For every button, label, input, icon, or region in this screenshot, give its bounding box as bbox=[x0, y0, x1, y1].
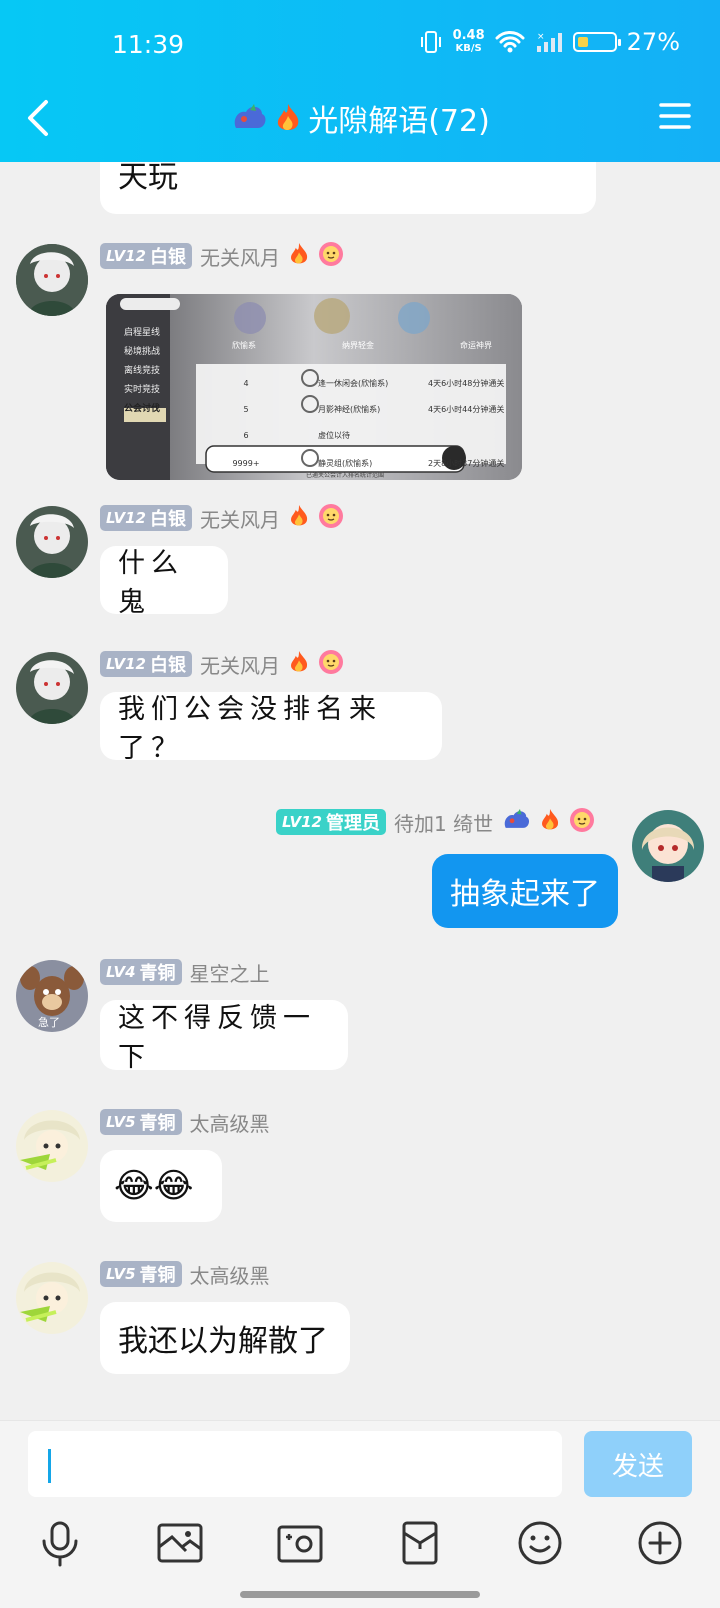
microphone-icon[interactable] bbox=[34, 1517, 86, 1569]
fire-icon bbox=[539, 807, 561, 837]
avatar[interactable] bbox=[16, 1110, 88, 1182]
flower-badge-icon bbox=[569, 807, 595, 837]
message-input[interactable] bbox=[28, 1431, 562, 1497]
sender-meta: LV5 青铜 太高级黑 bbox=[100, 1108, 270, 1136]
message-bubble[interactable]: 这不得反馈一下 bbox=[100, 1000, 348, 1073]
svg-text:×: × bbox=[537, 32, 545, 42]
my-avatar[interactable] bbox=[632, 810, 704, 882]
battery-percent: 27% bbox=[626, 28, 680, 56]
sender-meta: LV12 白银 无关风月 bbox=[100, 242, 344, 270]
image-tiers: 欣愉系 纳界轻金 命运神界 bbox=[232, 341, 492, 350]
level-badge: LV4 青铜 bbox=[100, 959, 182, 985]
avatar[interactable] bbox=[16, 244, 88, 316]
group-emblem-icon bbox=[234, 104, 266, 128]
message-text: 这不得反馈一下 bbox=[118, 1003, 316, 1073]
level-badge: LV12 白银 bbox=[100, 243, 192, 269]
message-text: 天玩 bbox=[118, 162, 178, 195]
level-badge: LV5 青铜 bbox=[100, 1109, 182, 1135]
sender-name[interactable]: 无关风月 bbox=[200, 650, 280, 679]
avatar-image bbox=[632, 810, 704, 882]
sender-meta: LV12 白银 无关风月 bbox=[100, 650, 344, 678]
emoji-icon[interactable] bbox=[514, 1517, 566, 1569]
image-menu: 启程星线 秘境挑战 离线竞技 实时竞技 公会讨伐 bbox=[124, 328, 161, 414]
plus-icon[interactable] bbox=[634, 1517, 686, 1569]
level-badge: LV12 白银 bbox=[100, 651, 192, 677]
header-bar: 11:39 0.48 KB/S × 27% 光隙解语(72) bbox=[0, 0, 720, 162]
avatar[interactable] bbox=[16, 1262, 88, 1334]
emoji-text: 😂😂 bbox=[114, 1166, 194, 1206]
avatar-image: 急了 bbox=[16, 960, 88, 1032]
vibrate-icon bbox=[420, 31, 441, 53]
message-text: 我还以为解散了 bbox=[118, 1324, 328, 1359]
avatar[interactable] bbox=[16, 652, 88, 724]
sender-meta: LV12 管理员 待加1 绮世 bbox=[276, 808, 595, 836]
fire-icon bbox=[288, 503, 310, 533]
image-icon[interactable] bbox=[154, 1517, 206, 1569]
battery-icon bbox=[572, 32, 621, 52]
home-indicator[interactable] bbox=[240, 1591, 480, 1598]
sender-meta: LV4 青铜 星空之上 bbox=[100, 958, 270, 986]
sender-name[interactable]: 星空之上 bbox=[190, 958, 270, 987]
avatar-image bbox=[16, 506, 88, 578]
message-bubble[interactable]: 天玩 bbox=[100, 162, 596, 214]
net-speed: 0.48 KB/S bbox=[452, 28, 485, 54]
red-packet-icon[interactable] bbox=[394, 1517, 446, 1569]
sender-name[interactable]: 太高级黑 bbox=[190, 1260, 270, 1289]
message-text: 什么鬼 bbox=[118, 548, 184, 618]
message-bubble[interactable]: 😂😂 bbox=[100, 1150, 222, 1222]
message-bubble[interactable]: 我们公会没排名来了？ bbox=[100, 692, 442, 764]
avatar[interactable] bbox=[16, 506, 88, 578]
message-bubble[interactable]: 我还以为解散了 bbox=[100, 1302, 350, 1374]
message-text: 抽象起来了 bbox=[450, 877, 600, 912]
avatar[interactable]: 急了 bbox=[16, 960, 88, 1032]
level-badge: LV5 青铜 bbox=[100, 1261, 182, 1287]
message-list[interactable]: 天玩 LV12 白银 无关风月 启程星线 秘境挑战 离线竞技 实时竞技 公会讨伐… bbox=[0, 162, 720, 1420]
fire-icon bbox=[278, 104, 299, 130]
group-emblem-icon bbox=[501, 807, 531, 837]
camera-icon[interactable] bbox=[274, 1517, 326, 1569]
page-title: 光隙解语(72) bbox=[308, 104, 490, 139]
sender-meta: LV5 青铜 太高级黑 bbox=[100, 1260, 270, 1288]
flower-badge-icon bbox=[318, 649, 344, 679]
flower-badge-icon bbox=[318, 241, 344, 271]
level-badge: LV12 白银 bbox=[100, 505, 192, 531]
my-message-bubble[interactable]: 抽象起来了 bbox=[432, 854, 618, 928]
flower-badge-icon bbox=[318, 503, 344, 533]
image-footer: 已通关公会计入排名统计范围 bbox=[306, 472, 385, 479]
text-caret bbox=[48, 1449, 51, 1483]
menu-icon[interactable] bbox=[658, 100, 692, 132]
sender-name[interactable]: 太高级黑 bbox=[190, 1108, 270, 1137]
fire-icon bbox=[288, 649, 310, 679]
shared-image-message[interactable]: 启程星线 秘境挑战 离线竞技 实时竞技 公会讨伐 欣愉系 纳界轻金 命运神界 4 逢一… bbox=[106, 294, 522, 480]
avatar-image bbox=[16, 652, 88, 724]
sender-meta: LV12 白银 无关风月 bbox=[100, 504, 344, 532]
chat-title: 光隙解语(72) bbox=[0, 96, 720, 140]
avatar-image bbox=[16, 244, 88, 316]
fire-icon bbox=[288, 241, 310, 271]
signal-icon: × bbox=[536, 32, 562, 52]
avatar-image bbox=[16, 1110, 88, 1182]
sender-name[interactable]: 无关风月 bbox=[200, 242, 280, 271]
svg-text:急了: 急了 bbox=[38, 1015, 60, 1029]
message-text: 我们公会没排名来了？ bbox=[118, 694, 382, 764]
composer: 发送 bbox=[0, 1420, 720, 1608]
send-button[interactable]: 发送 bbox=[584, 1431, 692, 1497]
avatar-image bbox=[16, 1262, 88, 1334]
image-rows: 4 逢一休闲会(欣愉系) 4天6小时48分钟通关 5 月影神经(欣愉系) 4天6小时44… bbox=[232, 378, 505, 468]
level-badge: LV12 管理员 bbox=[276, 809, 386, 835]
sender-name[interactable]: 待加1 绮世 bbox=[394, 808, 493, 837]
status-icons: 0.48 KB/S × 27% bbox=[419, 28, 680, 56]
status-time: 11:39 bbox=[112, 30, 185, 59]
sender-name[interactable]: 无关风月 bbox=[200, 504, 280, 533]
wifi-icon bbox=[495, 31, 525, 53]
message-bubble[interactable]: 什么鬼 bbox=[100, 546, 228, 618]
